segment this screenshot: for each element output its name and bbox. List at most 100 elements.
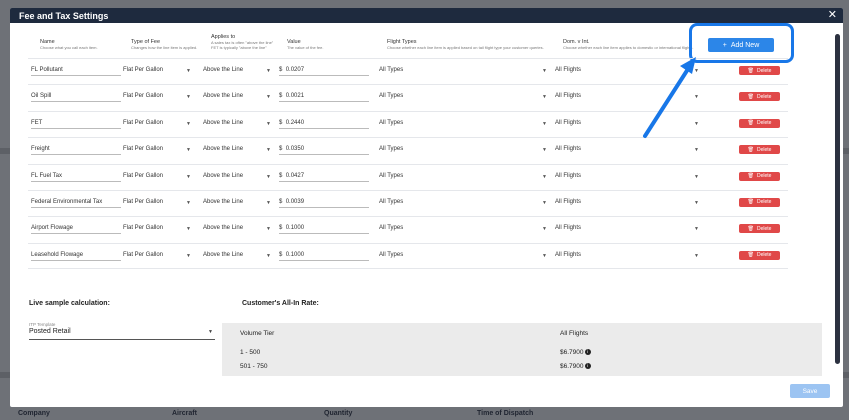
add-new-highlight: + Add New xyxy=(689,23,794,63)
dom-int-select[interactable]: All Flights xyxy=(555,173,581,179)
chevron-down-icon: ▼ xyxy=(694,199,699,206)
flight-types-select[interactable]: All Types xyxy=(379,199,403,205)
fee-type-select[interactable]: Flat Per Gallon xyxy=(123,146,163,152)
dom-int-select[interactable]: All Flights xyxy=(555,252,581,258)
bg-col-aircraft: Aircraft xyxy=(172,410,197,417)
fee-name-input[interactable]: Airport Flowage xyxy=(31,225,121,235)
info-icon[interactable]: i xyxy=(584,363,591,370)
dom-int-select[interactable]: All Flights xyxy=(555,120,581,126)
delete-button[interactable]: 🗑 Delete xyxy=(739,224,780,234)
applies-to-select[interactable]: Above the Line xyxy=(203,67,243,73)
fee-value: 0.0350 xyxy=(285,146,305,153)
fee-value-input[interactable]: $ 0.1000 xyxy=(279,252,369,261)
fee-type-select[interactable]: Flat Per Gallon xyxy=(123,199,163,205)
fee-type-select[interactable]: Flat Per Gallon xyxy=(123,93,163,99)
chevron-down-icon: ▼ xyxy=(266,68,271,74)
flight-types-select[interactable]: All Types xyxy=(379,93,403,99)
dom-int-select[interactable]: All Flights xyxy=(555,93,581,99)
delete-button[interactable]: 🗑 Delete xyxy=(739,92,780,102)
flight-types-select[interactable]: All Types xyxy=(379,173,403,179)
tier-rate: $6.7900 i xyxy=(560,349,591,356)
tier-range: 1 - 500 xyxy=(240,349,261,356)
chevron-down-icon: ▼ xyxy=(186,147,191,154)
fee-value-input[interactable]: $ 0.0021 xyxy=(279,93,369,103)
plus-icon: + xyxy=(722,41,727,49)
fee-name-input[interactable]: Oil Spill xyxy=(31,93,121,103)
chevron-down-icon: ▼ xyxy=(186,94,191,101)
flight-types-select[interactable]: All Types xyxy=(379,67,403,73)
fee-value-input[interactable]: $ 0.0039 xyxy=(279,199,369,208)
live-sample-title: Live sample calculation: xyxy=(29,300,110,307)
flight-types-select[interactable]: All Types xyxy=(379,225,403,231)
fee-name-input[interactable]: Freight xyxy=(31,146,121,156)
applies-to-select[interactable]: Above the Line xyxy=(203,225,243,231)
fee-value: 0.1000 xyxy=(285,225,305,232)
applies-to-select[interactable]: Above the Line xyxy=(203,93,243,99)
applies-to-select[interactable]: Above the Line xyxy=(203,199,243,205)
table-row: Freight Flat Per Gallon ▼ Above the Line ▼ $ … xyxy=(28,137,788,163)
fee-value: 0.0207 xyxy=(285,67,305,73)
delete-label: Delete xyxy=(756,199,772,206)
table-row: Airport Flowage Flat Per Gallon ▼ Above the… xyxy=(28,216,788,242)
dom-int-select[interactable]: All Flights xyxy=(555,199,581,205)
fee-type-select[interactable]: Flat Per Gallon xyxy=(123,67,163,73)
fee-tax-settings-modal: Fee and Tax Settings ✕ Name Choose what … xyxy=(10,8,843,407)
delete-label: Delete xyxy=(756,225,772,232)
delete-button[interactable]: 🗑 Delete xyxy=(739,118,780,128)
fee-name-input[interactable]: Federal Environmental Tax xyxy=(31,199,121,208)
applies-to-select[interactable]: Above the Line xyxy=(203,173,243,179)
delete-button[interactable]: 🗑 Delete xyxy=(739,171,780,181)
fee-name-input[interactable]: FL Pollutant xyxy=(31,67,121,76)
delete-button[interactable]: 🗑 Delete xyxy=(739,250,780,260)
chevron-down-icon: ▼ xyxy=(186,173,191,180)
fee-value-input[interactable]: $ 0.1000 xyxy=(279,225,369,235)
background-table-header: Company Aircraft Quantity Time of Dispat… xyxy=(0,408,849,420)
chevron-down-icon: ▼ xyxy=(542,252,547,259)
dom-int-select[interactable]: All Flights xyxy=(555,225,581,231)
fee-value-input[interactable]: $ 0.0350 xyxy=(279,146,369,156)
chevron-down-icon: ▼ xyxy=(266,120,271,127)
chevron-down-icon: ▼ xyxy=(542,226,547,233)
add-new-button[interactable]: + Add New xyxy=(708,38,774,52)
chevron-down-icon: ▼ xyxy=(694,173,699,180)
fee-value: 0.1000 xyxy=(285,251,305,258)
flight-types-select[interactable]: All Types xyxy=(379,120,403,126)
fee-name-input[interactable]: FL Fuel Tax xyxy=(31,173,121,182)
fee-type-select[interactable]: Flat Per Gallon xyxy=(123,120,163,126)
currency-symbol: $ xyxy=(279,146,283,153)
modal-scrollbar[interactable] xyxy=(835,34,840,364)
flight-types-select[interactable]: All Types xyxy=(379,146,403,152)
applies-to-select[interactable]: Above the Line xyxy=(203,252,243,258)
chevron-down-icon: ▼ xyxy=(694,226,699,233)
applies-to-select[interactable]: Above the Line xyxy=(203,146,243,152)
fee-value: 0.0021 xyxy=(285,93,305,100)
fee-type-select[interactable]: Flat Per Gallon xyxy=(123,252,163,258)
info-icon[interactable]: i xyxy=(584,349,591,356)
save-button[interactable]: Save xyxy=(790,384,830,398)
chevron-down-icon: ▼ xyxy=(694,94,699,101)
itp-template-select[interactable]: Posted Retail ▼ xyxy=(29,328,215,340)
volume-tier-header: Volume Tier xyxy=(240,330,275,337)
col-head-type: Type of Fee Changes how the line item is… xyxy=(131,39,198,50)
trash-icon: 🗑 xyxy=(747,225,754,232)
delete-button[interactable]: 🗑 Delete xyxy=(739,197,780,207)
currency-symbol: $ xyxy=(279,93,283,100)
dom-int-select[interactable]: All Flights xyxy=(555,67,581,73)
delete-button[interactable]: 🗑 Delete xyxy=(739,66,780,75)
dom-int-select[interactable]: All Flights xyxy=(555,146,581,152)
chevron-down-icon: ▼ xyxy=(694,68,699,74)
fee-value-input[interactable]: $ 0.0427 xyxy=(279,173,369,182)
fee-value-input[interactable]: $ 0.0207 xyxy=(279,67,369,76)
flight-types-select[interactable]: All Types xyxy=(379,252,403,258)
delete-button[interactable]: 🗑 Delete xyxy=(739,145,780,155)
fee-type-select[interactable]: Flat Per Gallon xyxy=(123,225,163,231)
fee-name-input[interactable]: Leasehold Flowage xyxy=(31,252,121,261)
close-icon[interactable]: ✕ xyxy=(828,10,837,21)
fee-name-input[interactable]: FET xyxy=(31,120,121,129)
fee-value-input[interactable]: $ 0.2440 xyxy=(279,120,369,129)
applies-to-select[interactable]: Above the Line xyxy=(203,120,243,126)
chevron-down-icon: ▼ xyxy=(186,199,191,206)
fee-type-select[interactable]: Flat Per Gallon xyxy=(123,173,163,179)
delete-label: Delete xyxy=(756,93,772,100)
currency-symbol: $ xyxy=(279,172,283,179)
